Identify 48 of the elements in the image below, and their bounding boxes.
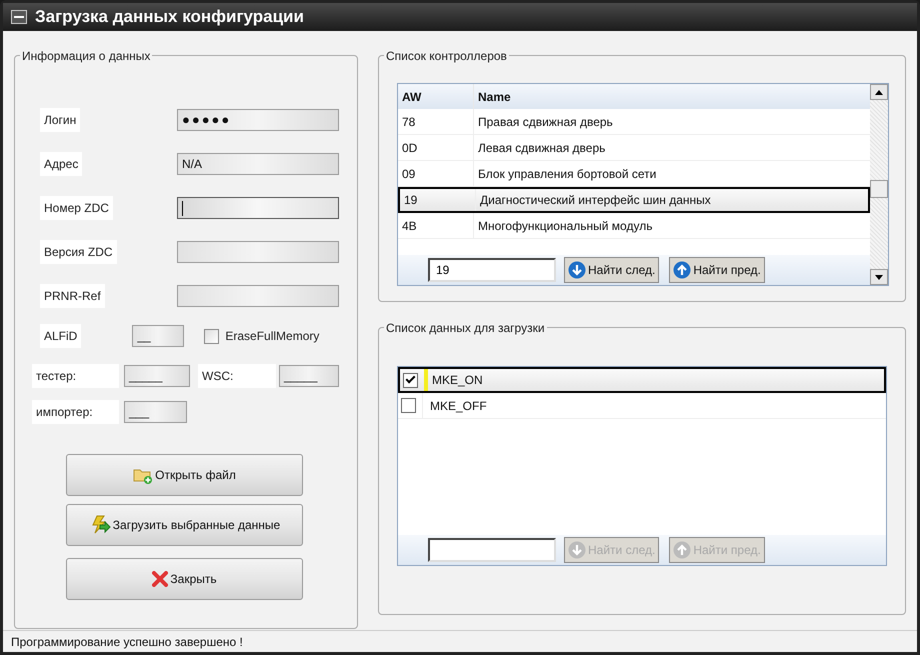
field-label: тестер: — [32, 364, 119, 388]
input-field[interactable]: ___ — [124, 401, 187, 423]
list-row[interactable]: MKE_OFF — [398, 393, 886, 419]
search-button[interactable]: Найти след. — [564, 257, 660, 283]
field-label: Номер ZDC — [40, 196, 113, 220]
scroll-down-icon[interactable] — [870, 269, 888, 285]
input-field[interactable] — [177, 285, 339, 307]
input-field[interactable] — [177, 241, 339, 263]
field-label: PRNR-Ref — [40, 284, 105, 308]
input-field[interactable]: ●●●●● — [177, 109, 339, 131]
action-button[interactable]: Открыть файл — [66, 454, 303, 496]
field-label: ALFiD — [40, 324, 82, 348]
field-label: Логин — [40, 108, 80, 132]
scroll-thumb[interactable] — [870, 180, 888, 198]
scroll-up-icon[interactable] — [870, 84, 888, 100]
list-row[interactable]: 0D Левая сдвижная дверь — [398, 135, 870, 161]
input-field[interactable]: N/A — [177, 153, 339, 175]
checkbox[interactable] — [403, 372, 418, 388]
field-label: Адрес — [40, 152, 82, 176]
list-row[interactable]: 78 Правая сдвижная дверь — [398, 109, 870, 135]
input-field[interactable]: _____ — [279, 365, 339, 387]
action-button[interactable]: Загрузить выбранные данные — [66, 504, 303, 546]
item-label: MKE_OFF — [430, 398, 487, 414]
list-row[interactable]: 4B Многофункциональный модуль — [398, 213, 870, 239]
scrollbar[interactable] — [870, 84, 888, 285]
field-label: WSC: — [198, 364, 276, 388]
search-field[interactable] — [428, 538, 556, 562]
status-text: Программирование успешно завершено ! — [11, 634, 243, 650]
column-header[interactable]: AW — [398, 84, 474, 109]
input-field[interactable] — [177, 197, 339, 219]
close-icon — [152, 571, 168, 587]
window-title: Загрузка данных конфигурации — [35, 6, 304, 28]
checkbox[interactable] — [204, 328, 220, 344]
action-button[interactable]: Закрыть — [66, 558, 303, 600]
field-label: импортер: — [32, 400, 119, 424]
checkbox-label: EraseFullMemory — [225, 328, 320, 345]
folder-icon — [133, 466, 154, 484]
item-label: MKE_ON — [432, 372, 483, 389]
search-button[interactable]: Найти пред. — [669, 257, 765, 283]
field-label: Версия ZDC — [40, 240, 117, 264]
input-field[interactable]: _____ — [124, 365, 190, 387]
checkbox[interactable] — [401, 398, 416, 413]
list-row[interactable]: MKE_ON — [398, 367, 886, 393]
search-field[interactable]: 19 — [428, 258, 556, 282]
system-menu-icon[interactable] — [11, 10, 27, 24]
list-row[interactable]: 19 Диагностический интерфейс шин данных — [398, 187, 870, 213]
input-field[interactable]: __ — [132, 325, 184, 347]
column-header[interactable]: Name — [474, 84, 870, 109]
